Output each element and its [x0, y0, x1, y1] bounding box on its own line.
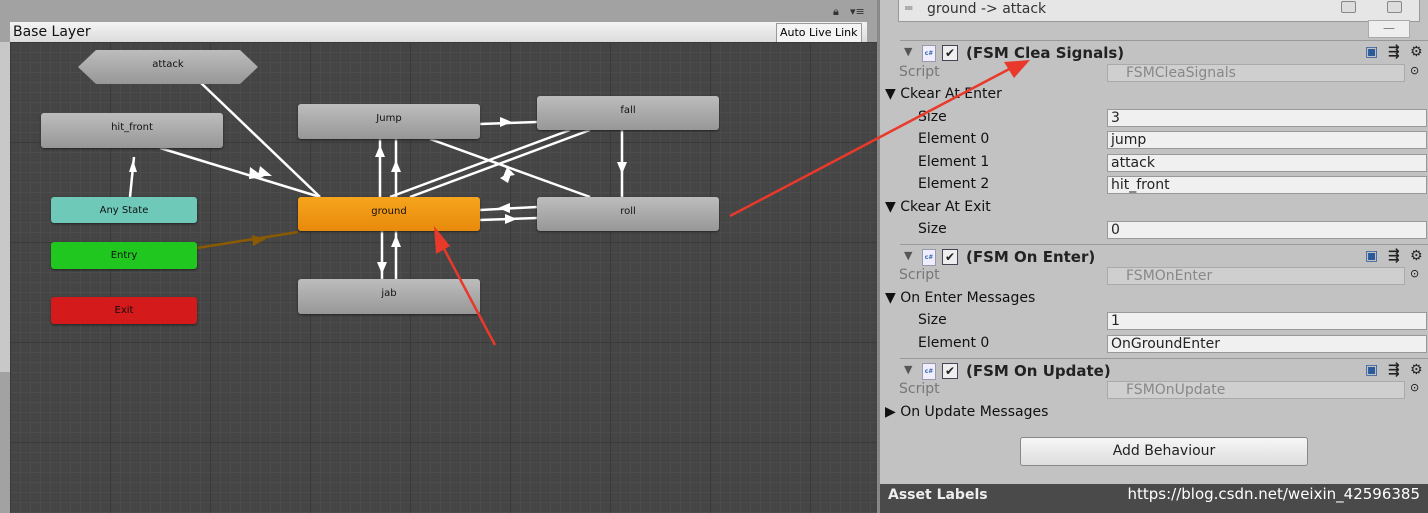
size-field[interactable]: 1 [1107, 312, 1427, 330]
arrowhead [377, 262, 387, 274]
element-field[interactable]: hit_front [1107, 176, 1427, 194]
script-field: FSMCleaSignals [1107, 64, 1405, 82]
edge-jump-roll [429, 137, 591, 199]
element-label: Element 1 [918, 154, 990, 170]
object-picker-icon[interactable]: ⊙ [1410, 64, 1419, 77]
help-icon[interactable]: ▣ [1365, 248, 1378, 264]
help-icon[interactable]: ▣ [1365, 44, 1378, 60]
size-field[interactable]: 3 [1107, 109, 1427, 127]
checkbox[interactable] [1387, 1, 1402, 13]
state-jab[interactable]: jab [298, 279, 480, 314]
arrowhead [391, 160, 401, 172]
component-header-clea-signals[interactable]: ▼ c# ✔ (FSM Clea Signals) ▣ ⇶ ⚙ [900, 40, 1428, 65]
element-label: Element 2 [918, 176, 990, 192]
size-field[interactable]: 0 [1107, 221, 1427, 239]
gear-icon[interactable]: ⚙ [1410, 362, 1423, 378]
menu-icon[interactable]: ▾≡ [850, 5, 865, 18]
element-field[interactable]: attack [1107, 154, 1427, 172]
object-picker-icon[interactable]: ⊙ [1410, 381, 1419, 394]
gear-icon[interactable]: ⚙ [1410, 44, 1423, 60]
arrowhead [498, 203, 510, 213]
size-label: Size [918, 109, 947, 125]
list-label: On Enter Messages [900, 290, 1036, 306]
arrowhead [505, 214, 517, 224]
script-field: FSMOnEnter [1107, 267, 1405, 285]
state-fall[interactable]: fall [537, 96, 719, 130]
inspector: ═ ground -> attack — ▼ c# ✔ (FSM Clea Si… [880, 0, 1428, 513]
script-label: Script [899, 64, 940, 80]
graph-toolbar: Base Layer Auto Live Link [10, 22, 867, 43]
arrowhead [500, 117, 512, 127]
preset-icon[interactable]: ⇶ [1388, 248, 1400, 264]
state-roll[interactable]: roll [537, 197, 719, 231]
element-label: Element 0 [918, 131, 990, 147]
foldout-on-enter-messages[interactable]: ▼ On Enter Messages [885, 290, 1035, 306]
arrowhead [375, 145, 385, 157]
state-hit-front[interactable]: hit_front [41, 113, 223, 148]
edge-entry-ground [196, 230, 299, 250]
list-label: On Update Messages [900, 404, 1049, 420]
element-label: Element 0 [918, 335, 990, 351]
state-entry[interactable]: Entry [51, 242, 197, 269]
enabled-checkbox[interactable]: ✔ [942, 363, 958, 379]
arrowhead [617, 162, 627, 174]
foldout-icon[interactable]: ▼ [904, 45, 912, 58]
transition-item[interactable]: ground -> attack [927, 1, 1046, 18]
foldout-icon[interactable]: ▼ [904, 249, 912, 262]
foldout-ckear-at-enter[interactable]: ▼ Ckear At Enter [885, 86, 1002, 102]
size-label: Size [918, 312, 947, 328]
script-icon: c# [922, 363, 936, 380]
state-attack[interactable]: attack [78, 50, 258, 84]
list-label: Ckear At Exit [900, 199, 991, 215]
asset-labels-bar: Asset Labels https://blog.csdn.net/weixi… [880, 484, 1428, 513]
gear-icon[interactable]: ⚙ [1410, 248, 1423, 264]
script-label: Script [899, 267, 940, 283]
component-header-on-enter[interactable]: ▼ c# ✔ (FSM On Enter) ▣ ⇶ ⚙ [900, 244, 1428, 269]
left-strip [0, 42, 10, 372]
help-icon[interactable]: ▣ [1365, 362, 1378, 378]
foldout-ckear-at-exit[interactable]: ▼ Ckear At Exit [885, 199, 991, 215]
checkbox[interactable] [1341, 1, 1356, 13]
enabled-checkbox[interactable]: ✔ [942, 249, 958, 265]
size-label: Size [918, 221, 947, 237]
state-ground[interactable]: ground [298, 197, 480, 231]
object-picker-icon[interactable]: ⊙ [1410, 267, 1419, 280]
lock-icon[interactable]: 🔒︎ [833, 5, 839, 19]
animator-graph[interactable]: attack hit_front Any State Entry Exit Ju… [10, 42, 877, 513]
transition-list: ═ ground -> attack [898, 0, 1420, 22]
foldout-icon[interactable]: ▼ [904, 363, 912, 376]
enabled-checkbox[interactable]: ✔ [942, 45, 958, 61]
watermark: https://blog.csdn.net/weixin_42596385 [1127, 485, 1420, 503]
state-jump[interactable]: Jump [298, 104, 480, 139]
component-title: (FSM On Enter) [966, 248, 1096, 266]
script-icon: c# [922, 249, 936, 266]
preset-icon[interactable]: ⇶ [1388, 44, 1400, 60]
remove-transition-button[interactable]: — [1368, 20, 1410, 38]
element-field[interactable]: OnGroundEnter [1107, 335, 1427, 353]
asset-labels-title[interactable]: Asset Labels [888, 487, 988, 503]
script-field: FSMOnUpdate [1107, 381, 1405, 399]
element-field[interactable]: jump [1107, 131, 1427, 149]
breadcrumb-base-layer[interactable]: Base Layer [13, 24, 91, 40]
script-label: Script [899, 381, 940, 397]
preset-icon[interactable]: ⇶ [1388, 362, 1400, 378]
add-behaviour-button[interactable]: Add Behaviour [1020, 437, 1308, 466]
auto-live-link-button[interactable]: Auto Live Link [776, 23, 862, 43]
script-icon: c# [922, 45, 936, 62]
component-header-on-update[interactable]: ▼ c# ✔ (FSM On Update) ▣ ⇶ ⚙ [900, 358, 1428, 383]
state-any-state[interactable]: Any State [51, 197, 197, 223]
arrowhead [391, 235, 401, 247]
component-title: (FSM Clea Signals) [966, 44, 1125, 62]
component-title: (FSM On Update) [966, 362, 1111, 380]
drag-handle-icon[interactable]: ═ [905, 1, 912, 15]
edge-ground-fall-1 [389, 128, 571, 199]
arrowhead [129, 160, 137, 172]
foldout-on-update-messages[interactable]: ▶ On Update Messages [885, 404, 1048, 420]
list-label: Ckear At Enter [900, 86, 1002, 102]
state-exit[interactable]: Exit [51, 297, 197, 324]
